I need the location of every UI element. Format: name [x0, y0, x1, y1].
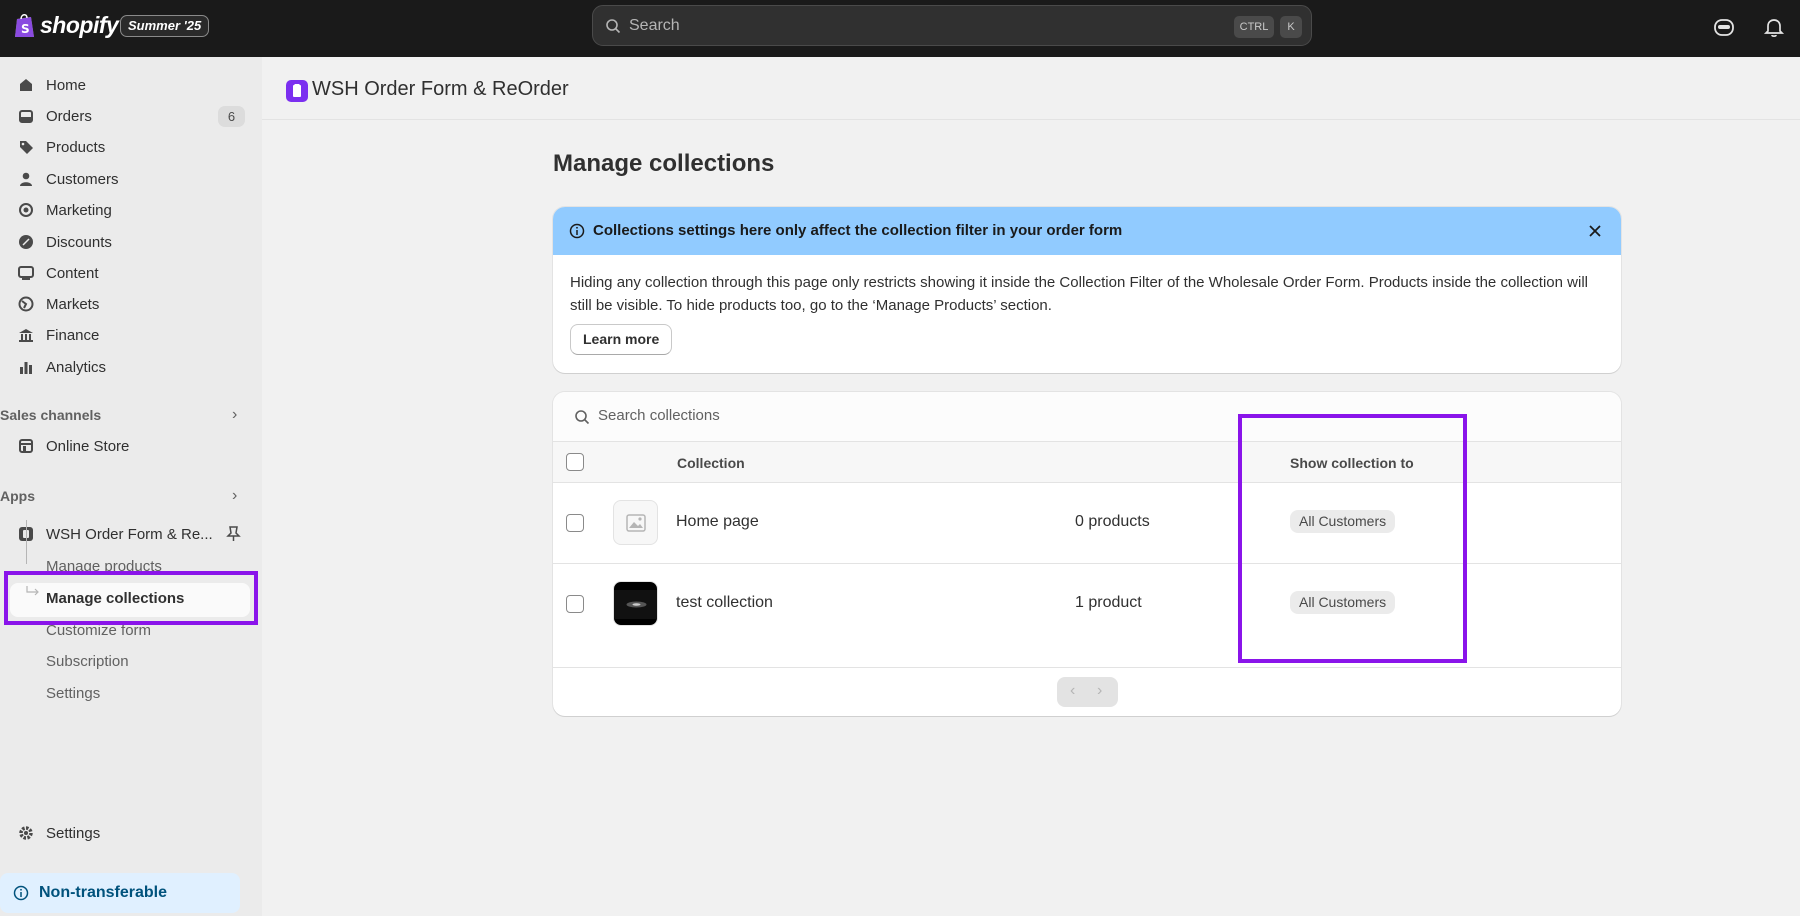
sidebar-item-label: Discounts	[46, 233, 112, 251]
row-checkbox[interactable]	[566, 514, 584, 532]
sidebar-item-discounts[interactable]: Discounts	[0, 227, 262, 257]
sidebar-item-markets[interactable]: Markets	[0, 289, 262, 319]
svg-text:S: S	[21, 22, 30, 36]
shopify-logo[interactable]: S shopify	[14, 12, 119, 39]
learn-more-button[interactable]: Learn more	[570, 324, 673, 355]
non-transferable-label: Non-transferable	[39, 884, 168, 901]
collection-name[interactable]: Home page	[676, 513, 759, 531]
sidebar-item-label: Online Store	[46, 437, 130, 455]
close-icon[interactable]	[1588, 224, 1602, 238]
orders-icon	[19, 110, 33, 123]
highlight-annotation-column	[1238, 414, 1467, 663]
bell-icon[interactable]	[1763, 16, 1785, 38]
shortcut-k-key: K	[1280, 16, 1302, 38]
search-icon	[575, 410, 590, 425]
tag-icon	[20, 141, 33, 154]
sidebar-item-label: Analytics	[46, 358, 107, 376]
chevron-right-icon[interactable]: ›	[1097, 682, 1102, 700]
collection-name[interactable]: test collection	[676, 594, 773, 612]
sidebar-item-label: Settings	[46, 824, 101, 842]
global-search-input[interactable]: Search CTRL K	[592, 5, 1312, 46]
sidebar-item-finance[interactable]: Finance	[0, 320, 262, 350]
orders-count-badge: 6	[218, 105, 245, 127]
sales-channels-heading[interactable]: Sales channels	[0, 407, 101, 423]
banner-title: Collections settings here only affect th…	[593, 222, 1123, 239]
info-icon	[13, 885, 29, 901]
product-count: 1 product	[1075, 594, 1142, 611]
sidebar-item-products[interactable]: Products	[0, 132, 262, 162]
banner-body: Hiding any collection through this page …	[570, 274, 1588, 314]
sidebar-item-online-store[interactable]: Online Store	[0, 431, 262, 461]
column-header-collection: Collection	[677, 455, 745, 471]
brand-name: shopify	[40, 12, 119, 38]
sidekick-icon[interactable]	[1713, 16, 1735, 38]
tree-line	[26, 520, 27, 564]
non-transferable-banner[interactable]: Non-transferable	[0, 873, 240, 913]
globe-icon	[18, 296, 34, 312]
shortcut-ctrl-key: CTRL	[1234, 16, 1274, 38]
collection-thumbnail-placeholder	[613, 500, 658, 545]
chevron-right-icon[interactable]: ›	[232, 406, 237, 424]
dark-image-icon	[614, 590, 657, 619]
target-icon	[19, 203, 33, 217]
sidebar-subitem-settings[interactable]: Settings	[46, 685, 100, 702]
sidebar-item-label: Products	[46, 138, 106, 156]
collection-thumbnail-image	[613, 581, 658, 626]
sidebar-item-label: Marketing	[46, 201, 112, 219]
sidebar-item-customers[interactable]: Customers	[0, 164, 262, 194]
pin-icon[interactable]	[226, 526, 241, 542]
chevron-right-icon[interactable]: ›	[232, 487, 237, 505]
sidebar-item-orders[interactable]: Orders 6	[0, 101, 262, 131]
sidebar-item-label: Finance	[46, 326, 100, 344]
image-placeholder-icon	[626, 514, 646, 532]
pagination: ‹ ›	[1057, 677, 1118, 707]
chart-icon	[20, 362, 32, 374]
person-icon	[20, 172, 32, 186]
sidebar-item-content[interactable]: Content	[0, 258, 262, 288]
app-header: WSH Order Form & ReOrder	[262, 57, 1800, 120]
select-all-checkbox[interactable]	[566, 453, 584, 471]
sidebar-item-marketing[interactable]: Marketing	[0, 195, 262, 225]
apps-heading[interactable]: Apps	[0, 488, 35, 504]
app-title: WSH Order Form & ReOrder	[312, 78, 569, 100]
sidebar-item-label: WSH Order Form & Re...	[46, 525, 213, 543]
search-icon	[606, 19, 621, 34]
sidebar-item-label: Home	[46, 76, 87, 94]
store-icon	[19, 439, 33, 453]
sidebar-item-label: Orders	[46, 107, 92, 125]
bank-icon	[19, 329, 33, 342]
home-icon	[20, 79, 32, 91]
sidebar-item-label: Markets	[46, 295, 100, 313]
sidebar-item-label: Customers	[46, 170, 119, 188]
search-placeholder: Search	[629, 17, 680, 34]
edition-badge[interactable]: Summer '25	[120, 15, 210, 37]
product-count: 0 products	[1075, 513, 1150, 530]
sidebar-item-label: Content	[46, 264, 99, 282]
sidebar-item-analytics[interactable]: Analytics	[0, 352, 262, 382]
top-bar: S shopify Summer '25 Search CTRL K	[0, 0, 1800, 57]
chevron-left-icon[interactable]: ‹	[1070, 682, 1075, 700]
sidebar-item-settings[interactable]: Settings	[0, 818, 262, 848]
discount-icon	[19, 235, 33, 249]
sidebar: Home Orders 6 Products Customers Marketi…	[0, 57, 262, 916]
banner-header: Collections settings here only affect th…	[553, 207, 1621, 255]
image-icon	[18, 266, 34, 280]
info-icon	[569, 223, 585, 239]
collections-search-placeholder: Search collections	[598, 407, 720, 424]
gear-icon	[19, 826, 33, 840]
sidebar-item-app[interactable]: WSH Order Form & Re...	[0, 519, 262, 549]
info-banner: Collections settings here only affect th…	[553, 207, 1621, 373]
row-checkbox[interactable]	[566, 595, 584, 613]
app-logo-icon	[286, 80, 308, 102]
sidebar-item-home[interactable]: Home	[0, 70, 262, 100]
page-title: Manage collections	[553, 150, 775, 177]
shopify-bag-icon: S	[15, 14, 34, 37]
highlight-annotation-sidebar	[4, 571, 258, 625]
sidebar-subitem-subscription[interactable]: Subscription	[46, 653, 129, 670]
